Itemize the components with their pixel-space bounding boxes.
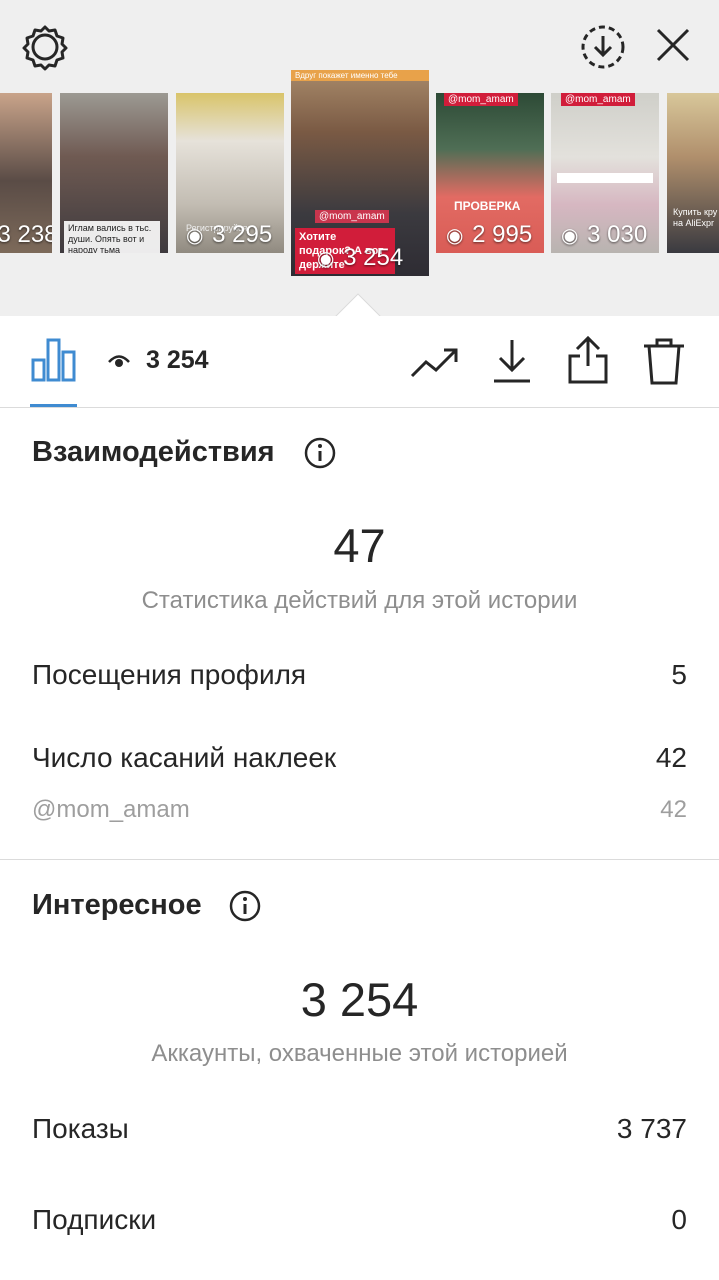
trend-icon[interactable] (410, 342, 460, 382)
interactions-title: Взаимодействия (32, 436, 275, 468)
follows-label: Подписки (32, 1204, 157, 1235)
download-icon[interactable] (490, 336, 534, 386)
story-thumbnail[interactable]: @mom_amam ◉ 3 030 (551, 93, 659, 253)
discovery-caption: Аккаунты, охваченные этой историей (151, 1040, 568, 1067)
story-views: ◉ 3 295 (186, 221, 273, 248)
info-icon[interactable] (304, 437, 336, 469)
share-icon[interactable] (566, 334, 610, 386)
mention-sticker-value: 42 (660, 796, 687, 823)
story-caption: Иглам вались в тьс. души. Опять вот и на… (64, 221, 160, 253)
story-header: ◉3 238 Иглам вались в тьс. души. Опять в… (0, 0, 719, 318)
story-top-caption: Вдруг покажет именно тебе (291, 70, 429, 81)
mention-sticker-label: @mom_amam (32, 796, 190, 823)
info-icon[interactable] (229, 890, 261, 922)
insights-toolbar: 3 254 (0, 316, 719, 408)
story-thumbnail[interactable]: Купить кру на AliExpr (667, 93, 719, 253)
story-thumbnail[interactable]: Иглам вались в тьс. души. Опять вот и на… (60, 93, 168, 253)
story-white-bar (557, 173, 653, 183)
sticker-taps-label: Число касаний наклеек (32, 742, 337, 773)
discovery-total: 3 254 (300, 973, 419, 1026)
story-views: ◉ 3 030 (561, 221, 648, 248)
story-thumbnail[interactable]: Регистрируйся ◉ 3 295 (176, 93, 284, 253)
story-views: ◉ 2 995 (446, 221, 533, 248)
download-circle-icon[interactable] (578, 22, 628, 72)
impressions-value: 3 737 (616, 1113, 687, 1144)
selection-pointer (334, 293, 382, 318)
active-tab-indicator (30, 404, 77, 407)
sticker-taps-value: 42 (655, 742, 687, 773)
discovery-title: Интересное (32, 889, 202, 921)
story-mention-tag: @mom_amam (561, 93, 635, 106)
bar-chart-icon[interactable] (30, 336, 78, 384)
story-mention-tag: @mom_amam (444, 93, 518, 106)
views-count: 3 254 (146, 346, 209, 374)
story-caption: Купить кру на AliExpr (673, 207, 718, 228)
eye-icon (108, 355, 130, 367)
story-views: ◉3 238 (0, 221, 52, 248)
trash-icon[interactable] (642, 336, 686, 386)
interactions-caption: Статистика действий для этой истории (141, 587, 578, 614)
story-thumbnail[interactable]: @mom_amam ПРОВЕРКА ◉ 2 995 (436, 93, 544, 253)
story-mention-tag: @mom_amam (315, 210, 389, 223)
gear-icon[interactable] (20, 22, 70, 72)
story-views: ◉ 3 254 (317, 244, 404, 271)
close-icon[interactable] (650, 22, 696, 68)
section-divider (0, 859, 719, 860)
impressions-label: Показы (32, 1113, 129, 1144)
interactions-total: 47 (333, 519, 386, 572)
follows-value: 0 (671, 1204, 687, 1235)
story-caption: ПРОВЕРКА (454, 199, 521, 213)
story-thumbnail[interactable]: ◉3 238 (0, 93, 52, 253)
profile-visits-value: 5 (671, 659, 687, 690)
story-thumbnail-selected[interactable]: Вдруг покажет именно тебе @mom_amam Хоти… (291, 70, 429, 276)
profile-visits-label: Посещения профиля (32, 659, 307, 690)
